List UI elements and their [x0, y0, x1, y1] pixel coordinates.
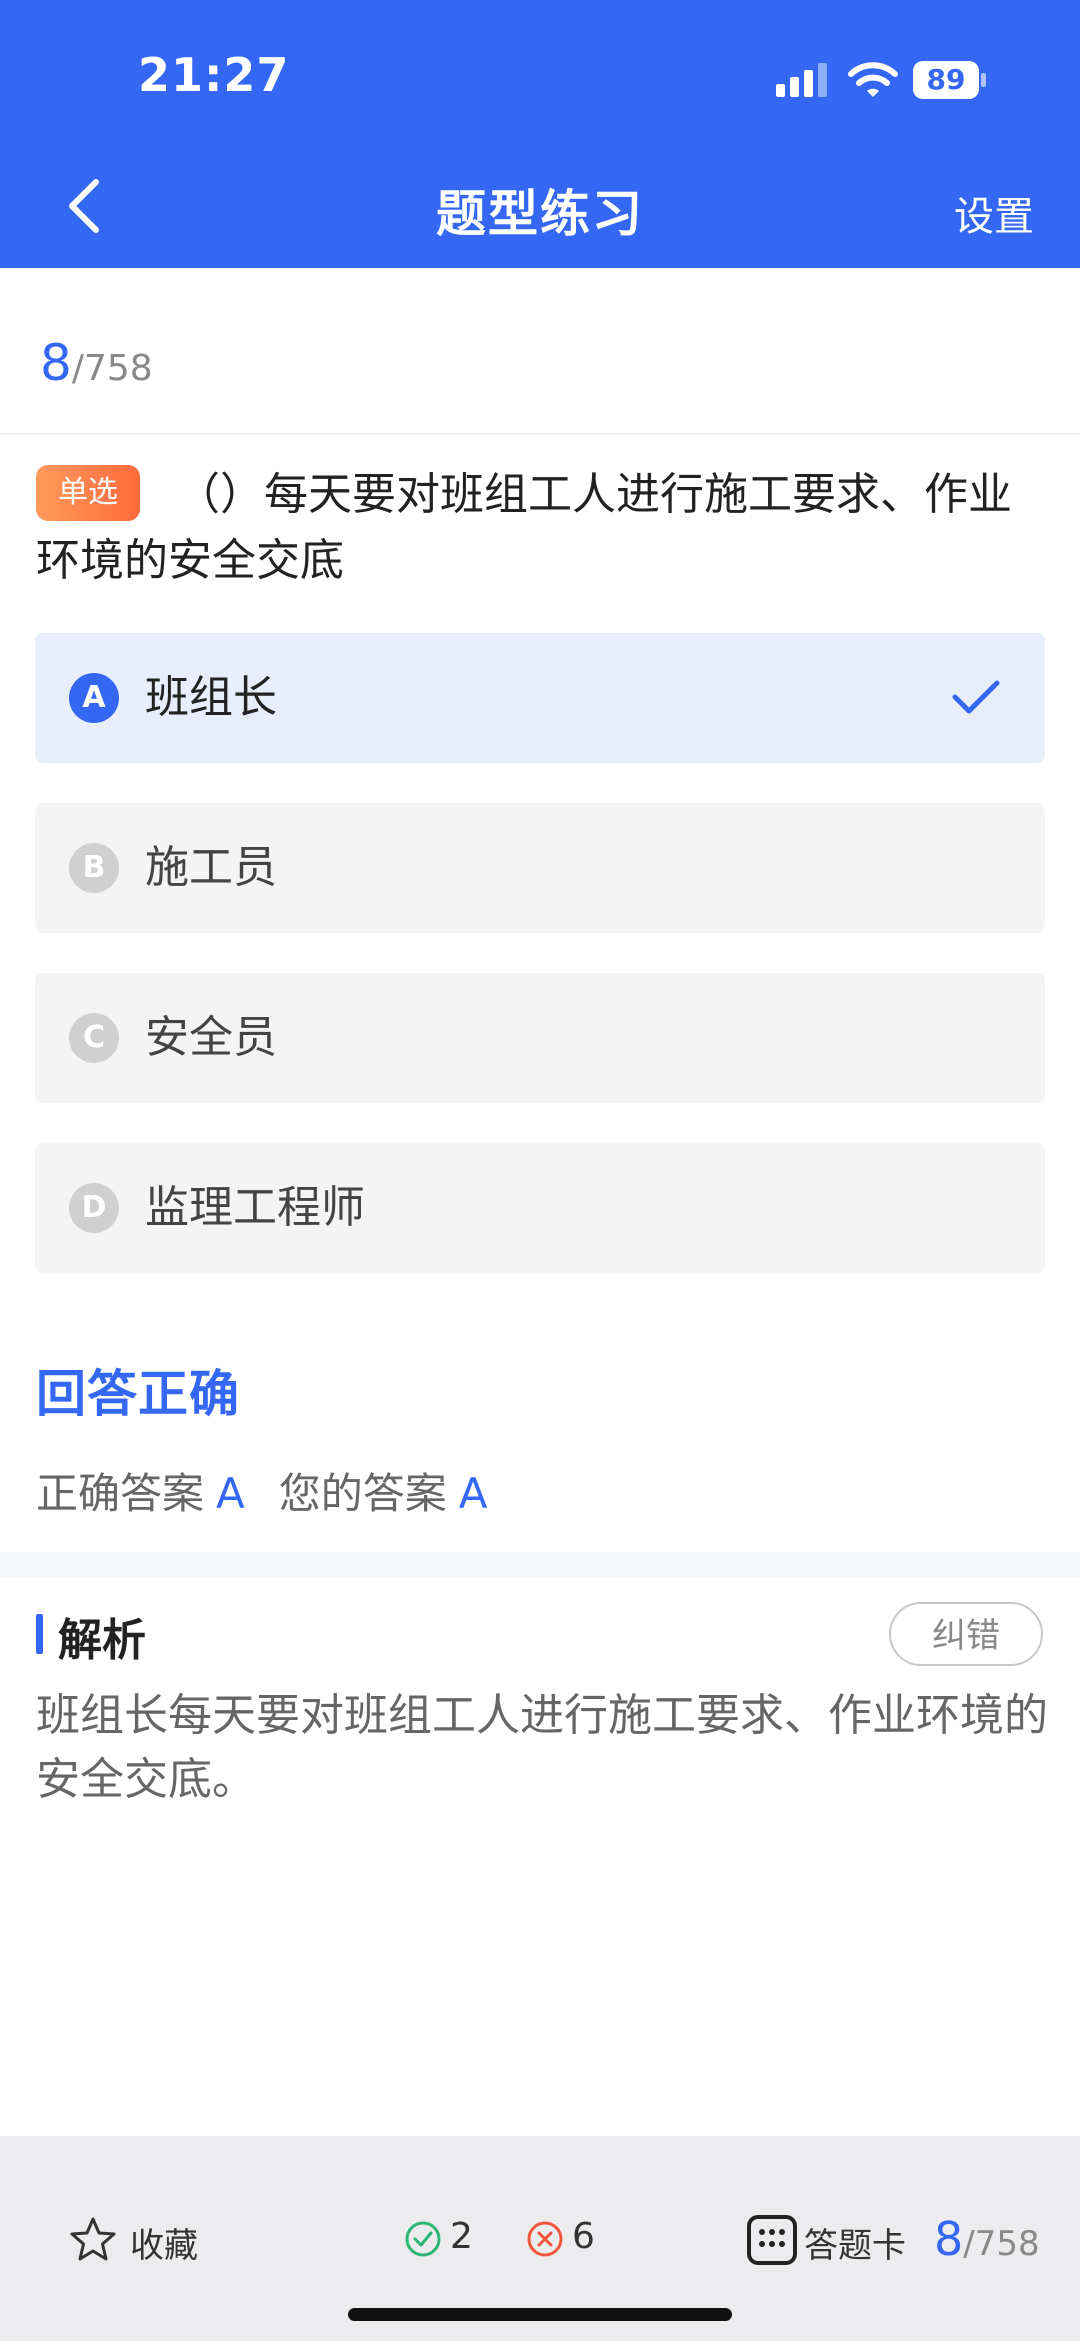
battery-icon: 89 — [912, 60, 988, 100]
wifi-icon — [848, 62, 898, 97]
answer-summary: 正确答案 A 您的答案 A — [36, 1460, 522, 1521]
signal-icon — [776, 63, 827, 97]
wrong-count: 6 — [572, 2216, 595, 2257]
answer-card-icon[interactable] — [746, 2214, 798, 2266]
home-indicator[interactable] — [348, 2308, 732, 2321]
option-text: 安全员 — [145, 1012, 277, 1063]
favorite-button[interactable]: 收藏 — [130, 2218, 198, 2267]
progress-current: 8 — [40, 334, 72, 392]
analysis-title: 解析 — [58, 1615, 146, 1666]
check-icon — [952, 680, 1000, 714]
option-text: 监理工程师 — [145, 1182, 365, 1233]
section-gap — [0, 1552, 1080, 1578]
your-answer-value: A — [458, 1469, 488, 1518]
section-marker — [36, 1614, 43, 1654]
correct-count-icon — [405, 2221, 441, 2257]
progress-total: /758 — [71, 348, 153, 389]
option-letter: D — [69, 1183, 119, 1233]
option-text: 施工员 — [145, 842, 277, 893]
wrong-count-icon — [527, 2221, 563, 2257]
star-icon[interactable] — [68, 2215, 118, 2265]
divider — [0, 433, 1080, 435]
option-letter: A — [69, 673, 119, 723]
correct-answer-value: A — [216, 1469, 245, 1518]
question-progress: 8/758 — [40, 334, 153, 392]
option-text: 班组长 — [145, 672, 277, 723]
footer-progress-current: 8 — [934, 2212, 964, 2266]
settings-button[interactable]: 设置 — [954, 184, 1034, 242]
your-answer-label: 您的答案 — [278, 1469, 447, 1518]
correct-answer-label: 正确答案 — [36, 1469, 205, 1518]
option-letter: B — [69, 843, 119, 893]
correct-count: 2 — [450, 2216, 473, 2257]
option-d[interactable]: D 监理工程师 — [35, 1143, 1045, 1273]
status-time: 21:27 — [138, 48, 290, 102]
report-error-button[interactable]: 纠错 — [889, 1602, 1043, 1666]
answer-card-button[interactable]: 答题卡 — [804, 2218, 906, 2267]
question-text: （）每天要对班组工人进行施工要求、作业环境的安全交底 — [36, 469, 1012, 586]
option-c[interactable]: C 安全员 — [35, 973, 1045, 1103]
analysis-text: 班组长每天要对班组工人进行施工要求、作业环境的安全交底。 — [36, 1690, 1048, 1805]
footer-progress-total: /758 — [963, 2224, 1040, 2264]
option-b[interactable]: B 施工员 — [35, 803, 1045, 933]
result-title: 回答正确 — [36, 1365, 240, 1423]
page-title: 题型练习 — [436, 185, 644, 243]
option-letter: C — [69, 1013, 119, 1063]
footer-progress: 8/758 — [934, 2212, 1040, 2266]
option-a[interactable]: A 班组长 — [35, 633, 1045, 763]
app-header: 21:27 89 题型练习 设置 — [0, 0, 1080, 268]
battery-level: 89 — [926, 63, 966, 96]
